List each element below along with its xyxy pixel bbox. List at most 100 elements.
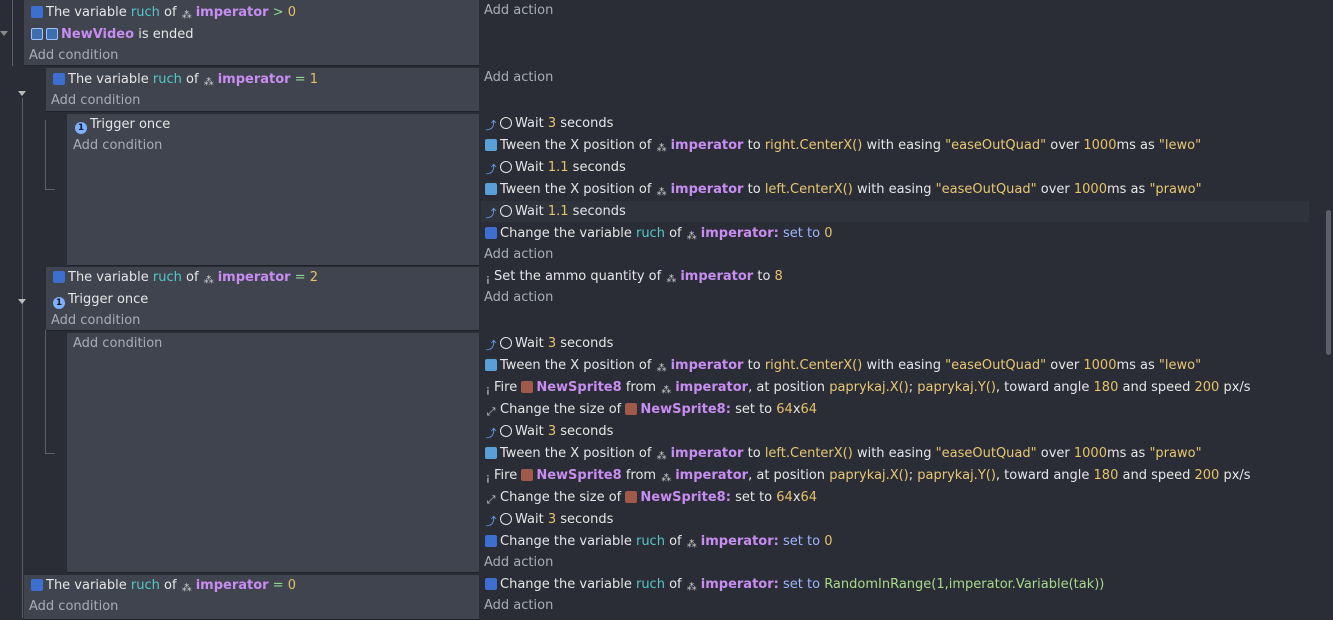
- timer-icon: [500, 337, 512, 349]
- action-fire[interactable]: ¡ Fire NewSprite8 from ⁂ imperator, at pos…: [485, 466, 1251, 486]
- condition-trigger-once[interactable]: 1 Trigger once: [53, 290, 148, 310]
- variable-icon: [485, 578, 497, 590]
- action-wait[interactable]: ⤴ Wait 3 seconds: [485, 422, 614, 442]
- object-icon: ⁂: [203, 275, 214, 286]
- object-icon: ⁂: [686, 231, 697, 242]
- action-tween[interactable]: Tween the X position of ⁂ imperator to le…: [485, 444, 1202, 464]
- tree-line: [45, 453, 55, 454]
- add-condition-button[interactable]: Add condition: [73, 136, 162, 156]
- object-icon: ⁂: [666, 274, 677, 285]
- object-icon: ⁂: [686, 539, 697, 550]
- add-action-button[interactable]: Add action: [484, 553, 553, 573]
- timer-icon: [500, 425, 512, 437]
- variable-icon: [53, 73, 65, 85]
- info-icon: ¡: [485, 272, 491, 285]
- timer-icon: [500, 117, 512, 129]
- resize-icon: ⤢: [486, 493, 496, 506]
- add-condition-button[interactable]: Add condition: [51, 311, 140, 331]
- wait-icon: ⤴: [485, 163, 497, 176]
- object-icon: ⁂: [656, 187, 667, 198]
- sprite-icon: [521, 381, 534, 393]
- timer-icon: [500, 205, 512, 217]
- object-icon: ⁂: [661, 473, 672, 484]
- tree-line: [45, 330, 46, 454]
- tween-icon: [485, 447, 497, 459]
- wait-icon: ⤴: [485, 515, 497, 528]
- variable-icon: [53, 271, 65, 283]
- add-action-button[interactable]: Add action: [484, 288, 553, 308]
- condition-trigger-once[interactable]: 1 Trigger once: [75, 115, 170, 135]
- timer-icon: [500, 513, 512, 525]
- object-icon: ⁂: [181, 10, 192, 21]
- action-fire[interactable]: ¡ Fire NewSprite8 from ⁂ imperator, at pos…: [485, 378, 1251, 398]
- object-name: imperator: [195, 5, 269, 20]
- collapse-toggle[interactable]: [0, 31, 8, 36]
- condition-variable-compare[interactable]: The variable ruch of ⁂ imperator = 1: [53, 70, 318, 90]
- object-icon: ⁂: [656, 451, 667, 462]
- collapse-toggle[interactable]: [18, 91, 26, 96]
- tree-line: [45, 120, 46, 190]
- wait-icon: ⤴: [485, 119, 497, 132]
- condition-variable-compare[interactable]: The variable ruch of ⁂ imperator = 0: [31, 576, 296, 596]
- info-icon: ¡: [485, 383, 491, 396]
- object-icon: ⁂: [656, 363, 667, 374]
- action-change-variable[interactable]: Change the variable ruch of ⁂ imperator: …: [485, 224, 832, 244]
- action-tween[interactable]: Tween the X position of ⁂ imperator to ri…: [485, 136, 1201, 156]
- event-conditions[interactable]: [67, 333, 479, 573]
- add-action-button[interactable]: Add action: [484, 245, 553, 265]
- variable-name: ruch: [130, 5, 160, 20]
- variable-icon: [31, 579, 43, 591]
- tween-icon: [485, 359, 497, 371]
- add-condition-button[interactable]: Add condition: [29, 597, 118, 617]
- variable-icon: [485, 535, 497, 547]
- action-wait[interactable]: ⤴ Wait 3 seconds: [485, 510, 614, 530]
- action-change-size[interactable]: ⤢ Change the size of NewSprite8: set to 6…: [485, 400, 817, 420]
- condition-variable-compare[interactable]: The variable ruch of ⁂ imperator > 0: [31, 3, 296, 23]
- collapse-toggle[interactable]: [18, 299, 26, 304]
- action-wait[interactable]: ⤴ Wait 1.1 seconds: [485, 202, 626, 222]
- trigger-once-icon: 1: [53, 297, 65, 309]
- wait-icon: ⤴: [485, 339, 497, 352]
- add-condition-button[interactable]: Add condition: [29, 46, 118, 66]
- object-icon: ⁂: [181, 583, 192, 594]
- object-name: NewVideo: [61, 27, 135, 42]
- sprite-icon: [521, 469, 534, 481]
- wait-icon: ⤴: [485, 207, 497, 220]
- object-icon: ⁂: [661, 385, 672, 396]
- info-icon: ¡: [485, 471, 491, 484]
- action-tween[interactable]: Tween the X position of ⁂ imperator to ri…: [485, 356, 1201, 376]
- tween-icon: [485, 139, 497, 151]
- resize-icon: ⤢: [486, 405, 496, 418]
- variable-icon: [485, 227, 497, 239]
- tree-line: [45, 189, 55, 190]
- add-action-button[interactable]: Add action: [484, 68, 553, 88]
- action-wait[interactable]: ⤴ Wait 3 seconds: [485, 334, 614, 354]
- condition-video-ended[interactable]: NewVideo is ended: [31, 25, 193, 45]
- add-condition-button[interactable]: Add condition: [73, 334, 162, 354]
- object-icon: ⁂: [656, 143, 667, 154]
- condition-variable-compare[interactable]: The variable ruch of ⁂ imperator = 2: [53, 268, 318, 288]
- add-condition-button[interactable]: Add condition: [51, 91, 140, 111]
- action-change-size[interactable]: ⤢ Change the size of NewSprite8: set to 6…: [485, 488, 817, 508]
- action-change-variable[interactable]: Change the variable ruch of ⁂ imperator: …: [485, 575, 1104, 595]
- add-action-button[interactable]: Add action: [484, 1, 553, 21]
- tree-line: [12, 0, 13, 66]
- action-change-variable[interactable]: Change the variable ruch of ⁂ imperator: …: [485, 532, 832, 552]
- wait-icon: ⤴: [485, 427, 497, 440]
- timer-icon: [500, 161, 512, 173]
- action-wait[interactable]: ⤴ Wait 1.1 seconds: [485, 158, 626, 178]
- tree-line: [22, 98, 23, 618]
- video-icon: [31, 28, 43, 40]
- variable-icon: [31, 6, 43, 18]
- tween-icon: [485, 183, 497, 195]
- object-icon: ⁂: [203, 77, 214, 88]
- video-icon: [46, 28, 58, 40]
- object-icon: ⁂: [686, 582, 697, 593]
- action-wait[interactable]: ⤴ Wait 3 seconds: [485, 114, 614, 134]
- sprite-icon: [625, 491, 638, 503]
- action-set-ammo[interactable]: ¡ Set the ammo quantity of ⁂ imperator to …: [485, 267, 783, 287]
- sprite-icon: [625, 403, 638, 415]
- vertical-scrollbar[interactable]: [1326, 210, 1331, 355]
- add-action-button[interactable]: Add action: [484, 596, 553, 616]
- action-tween[interactable]: Tween the X position of ⁂ imperator to le…: [485, 180, 1202, 200]
